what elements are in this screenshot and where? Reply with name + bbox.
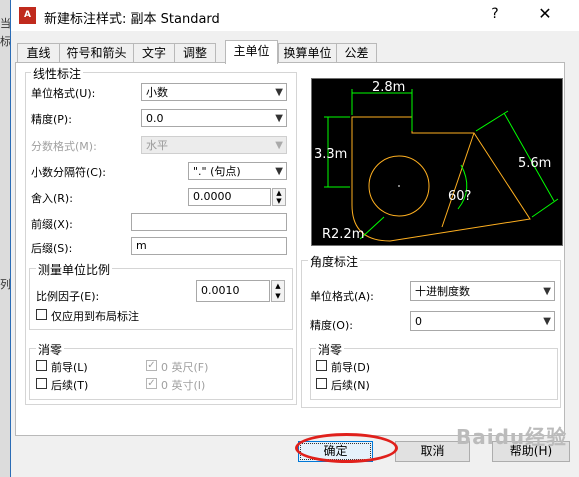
tab-symbols-arrows[interactable]: 符号和箭头 [59,43,134,63]
zero-inches-label: 0 英寸(I) [161,379,206,392]
help-icon[interactable]: ? [487,6,503,22]
angular-unit-format-value: 十进制度数 [415,285,470,298]
dimension-style-dialog: A 新建标注样式: 副本 Standard ? ✕ 直线 符号和箭头 文字 调整… [10,0,579,477]
prefix-input[interactable] [131,213,287,231]
chevron-down-icon: ▼ [275,113,283,124]
window-title: 新建标注样式: 副本 Standard [44,12,220,27]
angular-zero-suppression-title: 消零 [316,341,345,358]
trailing-zero-label: 后续(T) [51,379,89,392]
watermark: Baidu经验 [456,425,568,449]
preview-angle-leg [441,132,475,228]
suffix-label: 后缀(S): [31,242,73,255]
chevron-down-icon: ▼ [275,87,283,98]
chevron-down-icon: ▼ [543,316,551,327]
unit-format-select[interactable]: 小数 ▼ [141,83,287,101]
scale-group-title: 测量单位比例 [36,261,113,278]
linear-group-title: 线性标注 [31,65,84,82]
precision-label: 精度(P): [31,113,72,126]
angular-group-title: 角度标注 [308,253,361,270]
zero-inches-checkbox[interactable]: ✓ [146,378,157,389]
scale-factor-label: 比例因子(E): [36,290,100,303]
angular-precision-label: 精度(O): [310,319,353,332]
close-icon[interactable]: ✕ [536,4,554,23]
angular-unit-format-select[interactable]: 十进制度数 ▼ [410,281,555,301]
zero-suppression-title: 消零 [36,341,65,358]
decimal-separator-value: "." (句点) [193,165,241,178]
precision-select[interactable]: 0.0 ▼ [141,109,287,127]
fraction-format-select[interactable]: 水平 ▼ [141,136,287,154]
scale-factor-spinner[interactable]: ▲ ▼ [271,280,285,302]
angular-trailing-zero-checkbox[interactable] [316,378,327,389]
annotation-highlight-ellipse [295,433,398,463]
zero-feet-checkbox[interactable]: ✓ [146,360,157,371]
decimal-separator-label: 小数分隔符(C): [31,166,106,179]
preview-top-label: 2.8m [372,80,405,95]
trailing-zero-checkbox[interactable] [36,378,47,389]
roundoff-input[interactable]: 0.0000 [188,188,271,206]
zero-feet-label: 0 英尺(F) [161,361,209,374]
tab-primary-units[interactable]: 主单位 [225,40,278,64]
angular-leading-zero-checkbox[interactable] [316,360,327,371]
chevron-down-icon: ▼ [275,166,283,177]
suffix-input[interactable]: m [131,237,287,255]
angular-leading-zero-label: 前导(D) [331,361,371,374]
fraction-format-value: 水平 [146,139,168,152]
leading-zero-label: 前导(L) [51,361,88,374]
angular-trailing-zero-label: 后续(N) [331,379,370,392]
tab-lines[interactable]: 直线 [17,43,60,63]
preview-center-mark [398,185,400,187]
roundoff-label: 舍入(R): [31,192,73,205]
precision-value: 0.0 [146,112,164,125]
preview-drawing: 2.8m 3.3m 5.6m 60? R2.2m [314,80,559,242]
prefix-label: 前缀(X): [31,218,73,231]
title-bar: A 新建标注样式: 副本 Standard ? ✕ [11,0,579,31]
unit-format-value: 小数 [146,86,168,99]
tab-fit[interactable]: 调整 [174,43,216,63]
tab-text[interactable]: 文字 [133,43,175,63]
decimal-separator-select[interactable]: "." (句点) ▼ [188,162,287,180]
chevron-down-icon: ▼ [275,140,283,151]
angular-precision-select[interactable]: 0 ▼ [410,311,555,331]
layout-only-checkbox[interactable] [36,309,47,320]
preview-right-label: 5.6m [518,156,551,171]
chevron-down-icon: ▼ [543,286,551,297]
preview-left-label: 3.3m [314,147,347,162]
app-icon: A [19,7,36,24]
leading-zero-checkbox[interactable] [36,360,47,371]
angular-precision-value: 0 [415,315,422,328]
tab-tolerances[interactable]: 公差 [336,43,377,63]
layout-only-label: 仅应用到布局标注 [51,310,139,323]
unit-format-label: 单位格式(U): [31,87,96,100]
top-dimension-line [351,89,413,131]
scale-factor-input[interactable]: 0.0010 [196,280,270,302]
fraction-format-label: 分数格式(M): [31,140,97,153]
dimension-preview: 2.8m 3.3m 5.6m 60? R2.2m [311,78,563,246]
preview-angle-label: 60? [448,189,471,204]
roundoff-spinner[interactable]: ▲ ▼ [272,188,286,206]
tab-alternate-units[interactable]: 换算单位 [278,43,337,63]
angular-unit-format-label: 单位格式(A): [310,290,374,303]
preview-radius-label: R2.2m [322,227,364,242]
